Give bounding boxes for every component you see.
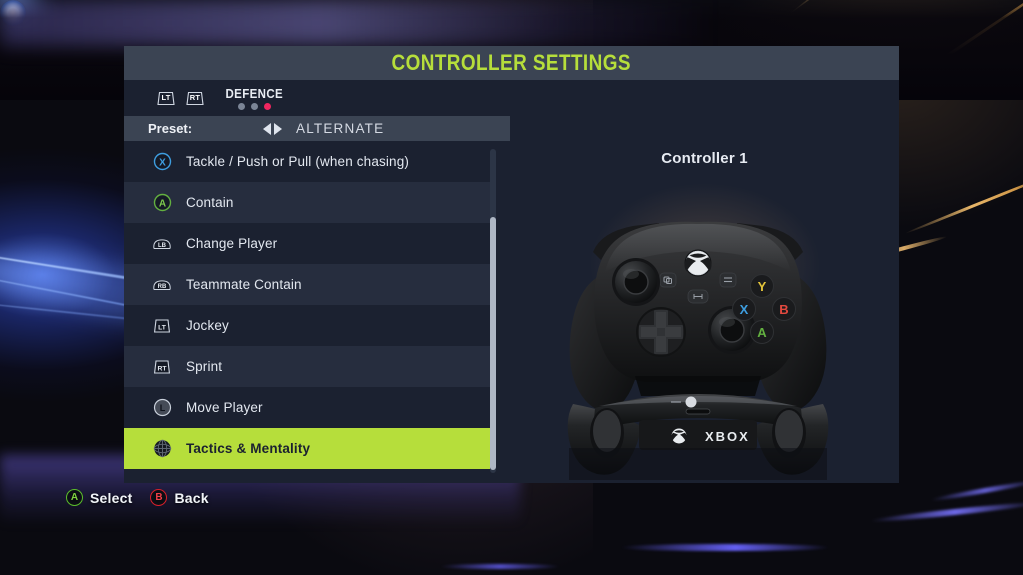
hint-back[interactable]: B Back (150, 489, 209, 506)
lt-label: LT (161, 93, 171, 103)
svg-text:A: A (158, 198, 165, 209)
page-title: CONTROLLER SETTINGS (391, 50, 632, 75)
xbox-a-button-icon: A (152, 193, 172, 213)
list-scrollbar-track[interactable] (490, 149, 496, 473)
svg-text:L: L (159, 403, 165, 413)
dialog-title-bar: CONTROLLER SETTINGS (124, 46, 899, 80)
xbox-rb-bumper-icon: RB (152, 275, 172, 295)
left-arrow-icon[interactable] (263, 122, 271, 135)
xbox-lt-trigger-icon: LT (152, 316, 172, 336)
binding-row-sprint[interactable]: RT Sprint (124, 346, 490, 387)
svg-text:B: B (779, 302, 788, 317)
xbox-x-button-icon: X (152, 152, 172, 172)
controller-back-logo-text: XBOX (705, 429, 750, 444)
binding-action-label: Tactics & Mentality (186, 441, 311, 456)
hint-select[interactable]: A Select (66, 489, 132, 506)
dialog-body: LT RT DEFENCE Preset: ALTERNATE X Tackle… (124, 80, 899, 483)
list-scrollbar-thumb[interactable] (490, 217, 496, 470)
tab-current-group: DEFENCE (223, 87, 286, 110)
xbox-rt-trigger-icon: RT (152, 357, 172, 377)
reflection-streak (440, 564, 560, 569)
controller-front-view: Y X B A (569, 221, 826, 412)
preset-label: Preset: (148, 121, 193, 136)
binding-action-label: Tackle / Push or Pull (when chasing) (186, 154, 410, 169)
xbox-a-button-icon: A (66, 489, 83, 506)
reflection-streak (620, 544, 830, 551)
binding-row-jockey[interactable]: LT Jockey (124, 305, 490, 346)
bindings-list-wrap: X Tackle / Push or Pull (when chasing) A… (124, 141, 510, 483)
svg-text:A: A (757, 325, 767, 340)
binding-action-label: Contain (186, 195, 234, 210)
page-dot-3-active[interactable] (263, 102, 271, 110)
svg-text:X: X (739, 302, 748, 317)
binding-row-change-player[interactable]: LB Change Player (124, 223, 490, 264)
rt-label: RT (189, 93, 201, 103)
controller-title: Controller 1 (661, 150, 748, 167)
binding-action-label: Sprint (186, 359, 223, 374)
page-dot-1[interactable] (237, 102, 245, 110)
binding-row-tactics-mentality[interactable]: Tactics & Mentality (124, 428, 490, 469)
controller-back-view: XBOX (567, 394, 828, 480)
binding-row-teammate-contain[interactable]: RB Teammate Contain (124, 264, 490, 305)
background-bottom-glow (0, 0, 717, 46)
svg-text:Y: Y (757, 279, 766, 294)
reflection-streak (930, 478, 1023, 503)
bindings-list: X Tackle / Push or Pull (when chasing) A… (124, 141, 490, 483)
binding-row-move-player[interactable]: L Move Player (124, 387, 490, 428)
xbox-left-stick-icon: L (152, 398, 172, 418)
preset-selector-row[interactable]: Preset: ALTERNATE (124, 116, 510, 141)
binding-action-label: Move Player (186, 400, 263, 415)
svg-text:LT: LT (158, 324, 167, 331)
binding-row-contain[interactable]: A Contain (124, 182, 490, 223)
xbox-lt-trigger-icon[interactable]: LT (156, 91, 176, 106)
reflection-streak (870, 500, 1023, 524)
svg-text:RB: RB (158, 284, 167, 290)
binding-action-label: Teammate Contain (186, 277, 302, 292)
tab-switcher: LT RT DEFENCE (124, 80, 510, 116)
page-indicator-dots (237, 102, 271, 110)
preset-value: ALTERNATE (296, 121, 385, 136)
svg-text:LB: LB (158, 243, 167, 249)
xbox-lb-bumper-icon: LB (152, 234, 172, 254)
hint-back-label: Back (174, 489, 209, 506)
binding-action-label: Jockey (186, 318, 229, 333)
controller-preview-panel: Controller 1 Y X B A XBOX (510, 80, 899, 483)
controller-settings-dialog: CONTROLLER SETTINGS LT RT DEFENCE Preset… (124, 46, 899, 483)
tab-label-defence: DEFENCE (225, 86, 284, 101)
svg-text:X: X (159, 157, 166, 168)
binding-action-label: Change Player (186, 236, 278, 251)
svg-text:RT: RT (157, 365, 167, 372)
xbox-rt-trigger-icon[interactable]: RT (185, 91, 205, 106)
controller-image: Y X B A XBOX (555, 190, 855, 483)
footer-hint-bar: A Select B Back (66, 489, 209, 506)
xbox-dpad-icon (152, 439, 172, 459)
hint-select-label: Select (90, 489, 133, 506)
right-arrow-icon[interactable] (274, 122, 282, 135)
page-dot-2[interactable] (250, 102, 258, 110)
bindings-column: LT RT DEFENCE Preset: ALTERNATE X Tackle… (124, 80, 510, 483)
xbox-b-button-icon: B (150, 489, 168, 506)
binding-row-tackle[interactable]: X Tackle / Push or Pull (when chasing) (124, 141, 490, 182)
preset-arrows (263, 122, 282, 135)
